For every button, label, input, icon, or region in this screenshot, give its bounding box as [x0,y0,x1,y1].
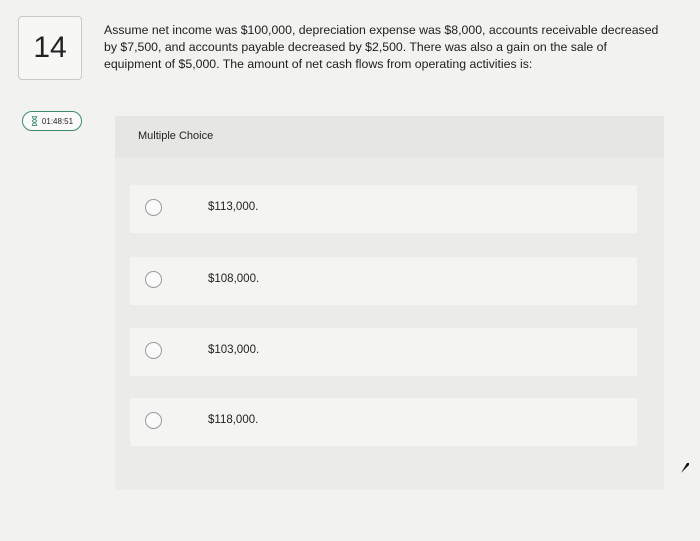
question-number-text: 14 [33,31,67,64]
radio-button[interactable] [145,271,162,288]
radio-button[interactable] [145,412,162,429]
option-label: $113,000. [208,201,259,213]
question-prompt: Assume net income was $100,000, deprecia… [104,23,659,71]
option-label: $103,000. [208,344,260,356]
option-row-3[interactable]: $103,000. [130,328,637,376]
option-label: $118,000. [208,414,259,426]
hourglass-icon [31,116,38,126]
multiple-choice-panel: Multiple Choice $113,000. $108,000. $103… [115,116,664,490]
radio-button[interactable] [145,199,162,216]
timer-badge: 01:48:51 [22,111,82,131]
option-row-1[interactable]: $113,000. [130,185,637,233]
timer-value: 01:48:51 [41,116,74,126]
option-label: $108,000. [208,273,260,285]
option-row-2[interactable]: $108,000. [130,257,637,305]
mouse-cursor-icon [681,463,689,473]
question-number: 14 [18,16,82,80]
options-list: $113,000. $108,000. $103,000. $118,000. [115,158,664,490]
option-row-4[interactable]: $118,000. [130,398,637,446]
multiple-choice-header: Multiple Choice [138,130,214,142]
radio-button[interactable] [145,342,162,359]
